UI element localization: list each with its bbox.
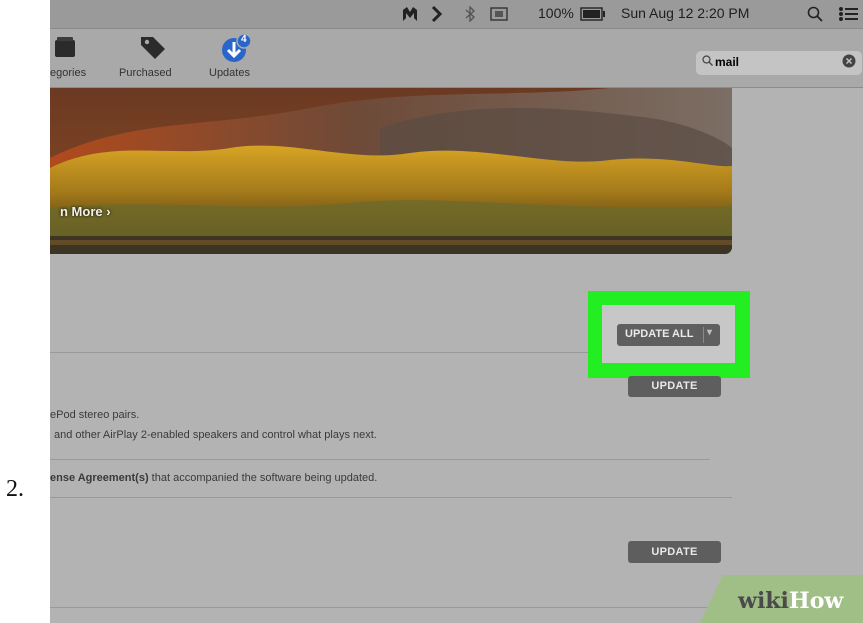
chevron-icon[interactable] — [430, 4, 443, 27]
updates-badge: 4 — [241, 34, 247, 45]
row-divider — [50, 497, 732, 498]
battery-icon[interactable] — [580, 7, 606, 24]
app-store-screenshot: 100% Sun Aug 12 2:20 PM egories Purchase… — [50, 0, 863, 623]
update-all-label: UPDATE ALL — [625, 328, 694, 340]
featured-banner[interactable]: n More › — [50, 88, 732, 254]
learn-more-link[interactable]: n More › — [60, 204, 111, 219]
tab-updates[interactable]: 4 Updates — [202, 29, 264, 87]
row-divider — [50, 459, 710, 460]
step-number: 2. — [6, 476, 24, 502]
update-button[interactable]: UPDATE — [628, 541, 721, 563]
license-link[interactable]: ense Agreement(s) — [50, 472, 149, 484]
menu-bar: 100% Sun Aug 12 2:20 PM — [50, 0, 863, 29]
categories-icon — [53, 35, 77, 64]
menu-clock[interactable]: Sun Aug 12 2:20 PM — [621, 5, 749, 21]
license-rest: that accompanied the software being upda… — [148, 472, 378, 484]
bluetooth-icon[interactable] — [464, 5, 476, 25]
tab-purchased-label: Purchased — [119, 67, 172, 79]
spotlight-icon[interactable] — [807, 6, 823, 25]
display-icon[interactable] — [490, 7, 508, 24]
section-divider — [50, 352, 588, 353]
malwarebytes-icon[interactable] — [400, 4, 420, 27]
clear-search-icon[interactable] — [842, 54, 858, 70]
wikihow-watermark: wikiHow — [738, 588, 844, 614]
update-all-separator — [703, 327, 704, 343]
list-icon[interactable] — [838, 6, 858, 25]
search-icon — [702, 55, 713, 69]
license-text: ense Agreement(s) that accompanied the s… — [50, 472, 377, 484]
chevron-down-icon[interactable]: ▾ — [707, 327, 712, 338]
update-description-line: ePod stereo pairs. — [50, 409, 140, 421]
update-button[interactable]: UPDATE — [628, 376, 721, 397]
update-description-line: and other AirPlay 2-enabled speakers and… — [54, 429, 377, 441]
updates-icon — [219, 32, 253, 69]
update-all-button[interactable]: UPDATE ALL ▾ — [617, 324, 720, 346]
battery-percent: 100% — [538, 5, 574, 21]
tab-categories[interactable]: egories — [50, 29, 98, 87]
search-field[interactable]: mail — [696, 51, 862, 75]
tab-purchased[interactable]: Purchased — [114, 29, 192, 87]
tab-updates-label: Updates — [209, 67, 250, 79]
search-input[interactable]: mail — [715, 55, 739, 69]
landscape-image — [50, 88, 732, 254]
tab-categories-label: egories — [50, 67, 87, 79]
tag-icon — [139, 34, 167, 65]
